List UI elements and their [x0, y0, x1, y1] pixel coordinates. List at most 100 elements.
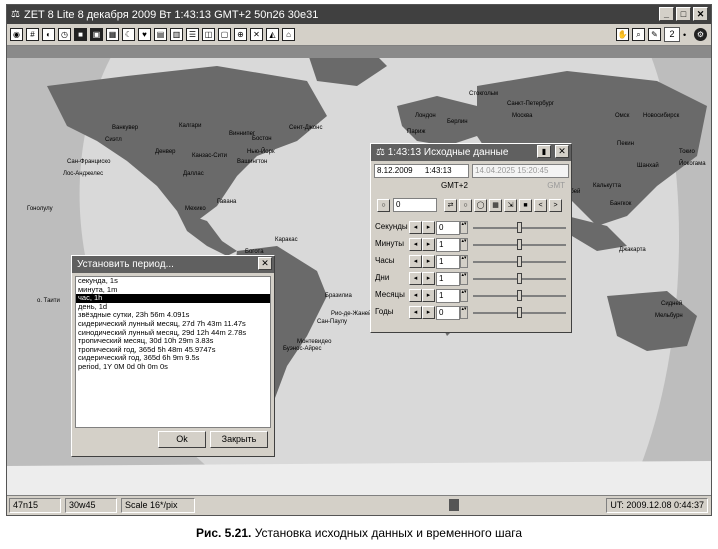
spin-button[interactable]: ▴▾ — [460, 255, 468, 268]
save-icon[interactable]: ■ — [519, 199, 532, 212]
increase-button[interactable]: ▸ — [422, 289, 435, 302]
map-label: Монтевидео — [297, 339, 332, 345]
decrease-button[interactable]: ◂ — [409, 255, 422, 268]
zoom-level-field[interactable]: 2 — [664, 27, 680, 42]
decrease-button[interactable]: ◂ — [409, 221, 422, 234]
figure-number: Рис. 5.21. — [195, 526, 252, 540]
map-label: Нью-Йорк — [247, 149, 275, 155]
increase-button[interactable]: ▸ — [422, 238, 435, 251]
clock-icon[interactable]: ◷ — [58, 28, 71, 41]
black-square-icon[interactable]: ■ — [74, 28, 87, 41]
grid-button-icon[interactable]: ▦ — [489, 199, 502, 212]
spin-button[interactable]: ▴▾ — [460, 238, 468, 251]
grid-icon[interactable]: # — [26, 28, 39, 41]
step-value-input[interactable]: 1 — [436, 272, 460, 286]
step-slider-thumb[interactable] — [517, 273, 522, 284]
increase-button[interactable]: ▸ — [422, 255, 435, 268]
close-dialog-button[interactable]: Закрыть — [210, 431, 268, 448]
pin-icon[interactable]: ▮ — [537, 145, 551, 158]
dark-square-icon[interactable]: ▣ — [90, 28, 103, 41]
step-row-label: Часы — [375, 256, 395, 265]
decrease-button[interactable]: ◂ — [409, 272, 422, 285]
window-title: ZET 8 Lite 8 декабря 2009 Вт 1:43:13 GMT… — [23, 8, 319, 21]
ok-button[interactable]: Ok — [158, 431, 206, 448]
status-scale: Scale 16*/pix — [121, 498, 195, 513]
antarctica — [7, 461, 711, 497]
map-label: Сан-Франциско — [67, 159, 111, 165]
spin-button[interactable]: ▴▾ — [460, 306, 468, 319]
step-slider-thumb[interactable] — [517, 222, 522, 233]
decrease-button[interactable]: ◂ — [409, 306, 422, 319]
list-icon[interactable]: ☰ — [186, 28, 199, 41]
step-value-input[interactable]: 1 — [436, 289, 460, 303]
title-bar: ⚖ ZET 8 Lite 8 декабря 2009 Вт 1:43:13 G… — [7, 5, 711, 24]
step-value-input[interactable]: 0 — [436, 221, 460, 235]
status-ut-time: UT: 2009.12.08 0:44:37 — [606, 498, 708, 513]
initial-dialog-close-button[interactable]: ✕ — [555, 145, 569, 158]
map-label: Санкт-Петербург — [507, 101, 555, 107]
step-value-input[interactable]: 1 — [436, 238, 460, 252]
globe-icon[interactable]: ◐ — [42, 28, 55, 41]
calendar-icon[interactable]: ▥ — [170, 28, 183, 41]
close-button[interactable]: ✕ — [693, 7, 708, 21]
step-slider-thumb[interactable] — [517, 307, 522, 318]
period-list[interactable]: секунда, 1s минута, 1m час, 1h день, 1d звёз… — [75, 276, 271, 428]
magnifier-icon[interactable]: ⌕ — [632, 28, 645, 41]
map-label: Лос-Анджелес — [63, 171, 104, 177]
spin-button[interactable]: ▴▾ — [460, 289, 468, 302]
map-label: Новосибирск — [643, 113, 680, 119]
point-icon[interactable]: • — [683, 30, 691, 40]
decrease-button[interactable]: ◂ — [409, 289, 422, 302]
heart-icon[interactable]: ♥ — [138, 28, 151, 41]
chart-icon[interactable]: ▤ — [154, 28, 167, 41]
increase-button[interactable]: ▸ — [422, 272, 435, 285]
compass-icon[interactable]: ◉ — [10, 28, 23, 41]
cross-icon[interactable]: ✕ — [250, 28, 263, 41]
map-label: Ванкувер — [112, 125, 139, 131]
step-slider-thumb[interactable] — [517, 239, 522, 250]
circle-icon[interactable]: ○ — [459, 199, 472, 212]
arrow-left-icon[interactable]: < — [534, 199, 547, 212]
increase-button[interactable]: ▸ — [422, 306, 435, 319]
moon-icon[interactable]: ☾ — [122, 28, 135, 41]
map-label: Бразилиа — [325, 293, 352, 299]
export-icon[interactable]: ⇲ — [504, 199, 517, 212]
table-icon[interactable]: ▦ — [106, 28, 119, 41]
pen-icon[interactable]: ✎ — [648, 28, 661, 41]
spin-button[interactable]: ▴▾ — [460, 272, 468, 285]
date-time-input[interactable]: 8.12.2009 1:43:13 — [374, 164, 469, 178]
map-label: Лондон — [415, 113, 436, 119]
minimize-button[interactable]: _ — [659, 7, 674, 21]
app-icon: ⚖ — [11, 9, 20, 20]
step-value-input[interactable]: 1 — [436, 255, 460, 269]
maximize-button[interactable]: □ — [676, 7, 691, 21]
reset-icon[interactable]: ○ — [377, 199, 390, 212]
arrow-right-icon[interactable]: > — [549, 199, 562, 212]
spin-button[interactable]: ▴▾ — [460, 221, 468, 234]
layers-icon[interactable]: ◫ — [202, 28, 215, 41]
period-item[interactable]: минута, 1m — [76, 285, 270, 295]
step-slider-thumb[interactable] — [517, 256, 522, 267]
step-slider-thumb[interactable] — [517, 290, 522, 301]
circle-icon[interactable]: ◯ — [474, 199, 487, 212]
aspect-icon[interactable]: ◭ — [266, 28, 279, 41]
step-row-label: Секунды — [375, 222, 408, 231]
hand-icon[interactable]: ✋ — [616, 28, 629, 41]
map-label: Мельбурн — [655, 313, 683, 319]
alt-datetime-input[interactable]: 14.04.2025 15:20:45 — [472, 164, 569, 178]
map-label: Стокгольм — [469, 91, 498, 97]
house-icon[interactable]: ⌂ — [282, 28, 295, 41]
settings-icon[interactable]: ⚙ — [694, 28, 707, 41]
frame-icon[interactable]: ▢ — [218, 28, 231, 41]
decrease-button[interactable]: ◂ — [409, 238, 422, 251]
period-dialog-close-button[interactable]: ✕ — [258, 257, 272, 270]
zoom-icon[interactable]: ⊕ — [234, 28, 247, 41]
period-item[interactable]: period, 1Y 0M 0d 0h 0m 0s — [76, 362, 270, 372]
cycle-icon[interactable]: ⇄ — [444, 199, 457, 212]
status-latitude: 47n15 — [9, 498, 61, 513]
map-label: Канзас-Сити — [192, 153, 228, 159]
step-value-input[interactable]: 0 — [436, 306, 460, 320]
step-input[interactable]: 0 — [393, 198, 437, 212]
toolbar: ◉ # ◐ ◷ ■ ▣ ▦ ☾ ♥ ▤ ▥ ☰ ◫ ▢ ⊕ ✕ ◭ ⌂ ✋ ⌕ ✎ 2 • ⚙ — [7, 24, 711, 46]
increase-button[interactable]: ▸ — [422, 221, 435, 234]
